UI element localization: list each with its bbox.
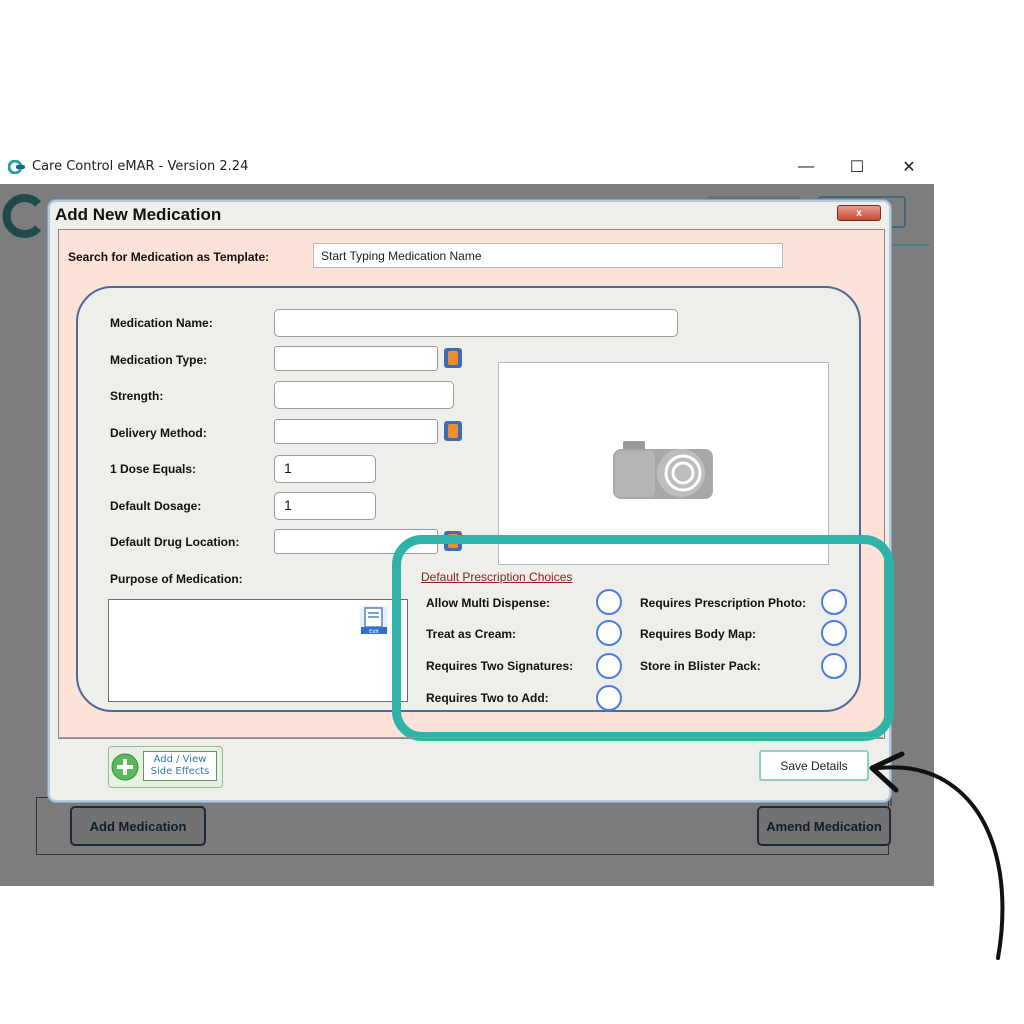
default-dosage-label: Default Dosage: [110, 499, 202, 513]
strength-label: Strength: [110, 389, 164, 403]
medication-type-label: Medication Type: [110, 353, 208, 367]
side-effects-label-line1: Add / View [153, 754, 207, 765]
default-dosage-input[interactable]: 1 [274, 492, 376, 520]
search-template-label: Search for Medication as Template: [68, 250, 270, 264]
side-effects-label-line2: Side Effects [150, 766, 210, 777]
close-window-button[interactable]: ✕ [895, 155, 923, 179]
purpose-label: Purpose of Medication: [110, 572, 243, 586]
medication-type-select[interactable] [274, 346, 438, 371]
minimize-button[interactable]: — [792, 155, 820, 179]
prescription-choices-highlight [392, 535, 894, 741]
delivery-method-select[interactable] [274, 419, 438, 444]
window-title: Care Control eMAR - Version 2.24 [32, 159, 249, 174]
dialog-close-button[interactable]: x [837, 205, 881, 221]
care-control-logo-icon [8, 160, 25, 174]
edit-icon[interactable]: Edit [358, 604, 390, 636]
delivery-method-label: Delivery Method: [110, 426, 207, 440]
side-effects-label: Add / View Side Effects [143, 751, 217, 781]
save-details-button[interactable]: Save Details [759, 750, 869, 781]
dose-equals-label: 1 Dose Equals: [110, 462, 197, 476]
medication-name-label: Medication Name: [110, 316, 213, 330]
maximize-button[interactable]: ☐ [843, 155, 871, 179]
annotation-arrow-icon [869, 751, 1005, 960]
search-template-input[interactable]: Start Typing Medication Name [313, 243, 783, 268]
dialog-title: Add New Medication [55, 205, 222, 224]
medication-name-input[interactable] [274, 309, 678, 337]
strength-input[interactable] [274, 381, 454, 409]
edit-icon-text: Edit [369, 629, 379, 635]
dialog-footer-divider [58, 737, 883, 738]
plus-icon [111, 753, 139, 781]
drug-location-label: Default Drug Location: [110, 535, 240, 549]
app-logo-icon [2, 194, 41, 238]
medication-type-dropdown-button[interactable] [444, 348, 462, 368]
add-medication-button[interactable]: Add Medication [70, 806, 206, 846]
dropdown-arrow-icon [448, 424, 458, 438]
delivery-method-dropdown-button[interactable] [444, 421, 462, 441]
dropdown-arrow-icon [448, 351, 458, 365]
camera-icon [613, 441, 713, 499]
dose-equals-input[interactable]: 1 [274, 455, 376, 483]
background-divider [890, 244, 930, 246]
